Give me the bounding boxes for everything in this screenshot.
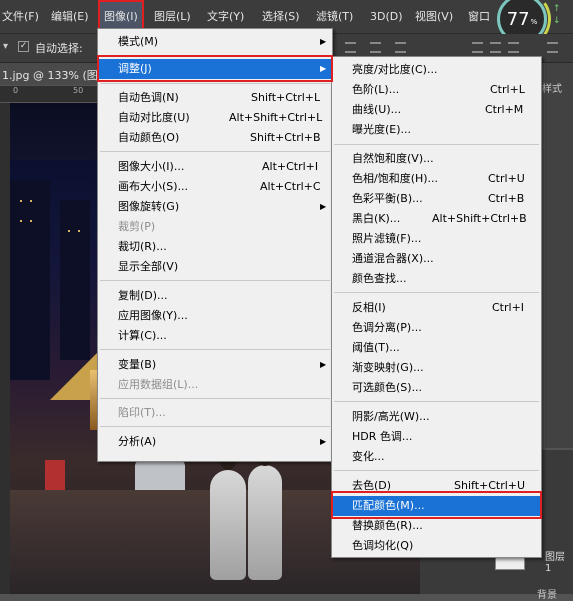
menu-item-mode[interactable]: 模式(M) ▶: [98, 32, 332, 52]
menu-item-vibrance[interactable]: 自然饱和度(V)...: [332, 149, 541, 169]
menu-item-apply-image[interactable]: 应用图像(Y)...: [98, 306, 332, 326]
menu-item-hue-saturation[interactable]: 色相/饱和度(H)... Ctrl+U: [332, 169, 541, 189]
auto-select-label: 自动选择:: [35, 42, 83, 55]
chevron-right-icon: ▶: [320, 37, 327, 46]
styles-panel-tab[interactable]: 样式: [542, 80, 573, 95]
menu-item-invert[interactable]: 反相(I) Ctrl+I: [332, 298, 541, 318]
menu-item-levels[interactable]: 色阶(L)... Ctrl+L: [332, 80, 541, 100]
menu-item-shadows-highlights[interactable]: 阴影/高光(W)...: [332, 407, 541, 427]
distribute-center-icon[interactable]: [490, 42, 501, 53]
menu-item-replace-color[interactable]: 替换颜色(R)...: [332, 516, 541, 536]
image-menu-dropdown: 模式(M) ▶ 调整(J) ▶ 自动色调(N) Shift+Ctrl+L 自动对比度(…: [97, 28, 333, 462]
menu-item-gradient-map[interactable]: 渐变映射(G)...: [332, 358, 541, 378]
align-bottom-icon[interactable]: [395, 42, 406, 53]
menu-item-image-rotation[interactable]: 图像旋转(G) ▶: [98, 197, 332, 217]
menu-window[interactable]: 窗口: [468, 0, 490, 33]
adjustments-submenu: 亮度/对比度(C)... 色阶(L)... Ctrl+L 曲线(U)... Ctrl…: [331, 56, 542, 558]
menu-item-apply-data-set: 应用数据组(L)...: [118, 378, 199, 391]
gauge-value: 77: [506, 8, 530, 30]
menu-item-reveal-all[interactable]: 显示全部(V): [98, 257, 332, 277]
document-tab-label: 1.jpg @ 133% (图层: [2, 69, 109, 82]
distribute-top-icon[interactable]: [472, 42, 483, 53]
menu-item-auto-color[interactable]: 自动颜色(O) Shift+Ctrl+B: [98, 128, 332, 148]
menu-item-color-lookup[interactable]: 颜色查找...: [332, 269, 541, 289]
align-vcenter-icon[interactable]: [370, 42, 381, 53]
menu-item-auto-contrast[interactable]: 自动对比度(U) Alt+Shift+Ctrl+L: [98, 108, 332, 128]
menu-item-curves[interactable]: 曲线(U)... Ctrl+M: [332, 100, 541, 120]
menu-item-selective-color[interactable]: 可选颜色(S)...: [332, 378, 541, 398]
chevron-right-icon: ▶: [320, 360, 327, 369]
menu-item-variables[interactable]: 变量(B) ▶: [98, 355, 332, 375]
menu-item-analysis[interactable]: 分析(A) ▶: [98, 432, 332, 452]
menu-item-desaturate[interactable]: 去色(D) Shift+Ctrl+U: [332, 476, 541, 496]
chevron-right-icon: ▶: [320, 202, 327, 211]
menu-item-trap: 陷印(T)...: [118, 406, 166, 419]
menu-item-photo-filter[interactable]: 照片滤镜(F)...: [332, 229, 541, 249]
vertical-ruler: [0, 103, 10, 594]
menu-edit[interactable]: 编辑(E): [51, 0, 89, 33]
menu-item-duplicate[interactable]: 复制(D)...: [98, 286, 332, 306]
menu-item-adjustments[interactable]: 调整(J) ▶: [98, 59, 332, 79]
align-top-icon[interactable]: [345, 42, 356, 53]
menu-view[interactable]: 视图(V): [415, 0, 453, 33]
arrow-down-icon: ↓: [553, 16, 561, 26]
menu-file[interactable]: 文件(F): [2, 0, 39, 33]
menu-item-color-balance[interactable]: 色彩平衡(B)... Ctrl+B: [332, 189, 541, 209]
menu-item-equalize[interactable]: 色调均化(Q): [332, 536, 541, 556]
menu-item-hdr-toning[interactable]: HDR 色调...: [332, 427, 541, 447]
menu-3d[interactable]: 3D(D): [370, 0, 403, 33]
menu-item-brightness-contrast[interactable]: 亮度/对比度(C)...: [332, 60, 541, 80]
auto-select-checkbox[interactable]: ✓: [18, 41, 29, 52]
ruler-tick-50: 50: [73, 86, 84, 95]
menu-item-image-size[interactable]: 图像大小(I)... Alt+Ctrl+I: [98, 157, 332, 177]
menu-item-black-white[interactable]: 黑白(K)... Alt+Shift+Ctrl+B: [332, 209, 541, 229]
menu-item-threshold[interactable]: 阈值(T)...: [332, 338, 541, 358]
menu-item-variations[interactable]: 变化...: [332, 447, 541, 467]
menu-item-calculations[interactable]: 计算(C)...: [98, 326, 332, 346]
tool-preset-dropdown-icon[interactable]: ▾: [3, 41, 8, 52]
menu-item-crop: 裁剪(P): [118, 220, 156, 233]
menu-item-canvas-size[interactable]: 画布大小(S)... Alt+Ctrl+C: [98, 177, 332, 197]
ruler-tick-0: 0: [13, 86, 19, 95]
menu-item-trim[interactable]: 裁切(R)...: [98, 237, 332, 257]
layer-name[interactable]: 图层 1: [545, 548, 573, 574]
right-panel-dock: [545, 63, 573, 448]
gauge-unit: %: [530, 18, 538, 26]
menu-item-auto-tone[interactable]: 自动色调(N) Shift+Ctrl+L: [98, 88, 332, 108]
chevron-right-icon: ▶: [320, 437, 327, 446]
menu-item-exposure[interactable]: 曝光度(E)...: [332, 120, 541, 140]
menu-item-match-color[interactable]: 匹配颜色(M)...: [332, 496, 541, 516]
menu-item-posterize[interactable]: 色调分离(P)...: [332, 318, 541, 338]
distribute-left-icon[interactable]: [547, 42, 558, 53]
chevron-right-icon: ▶: [320, 64, 327, 73]
arrow-up-icon: ↑: [553, 4, 561, 14]
menu-item-channel-mixer[interactable]: 通道混合器(X)...: [332, 249, 541, 269]
distribute-bottom-icon[interactable]: [508, 42, 519, 53]
